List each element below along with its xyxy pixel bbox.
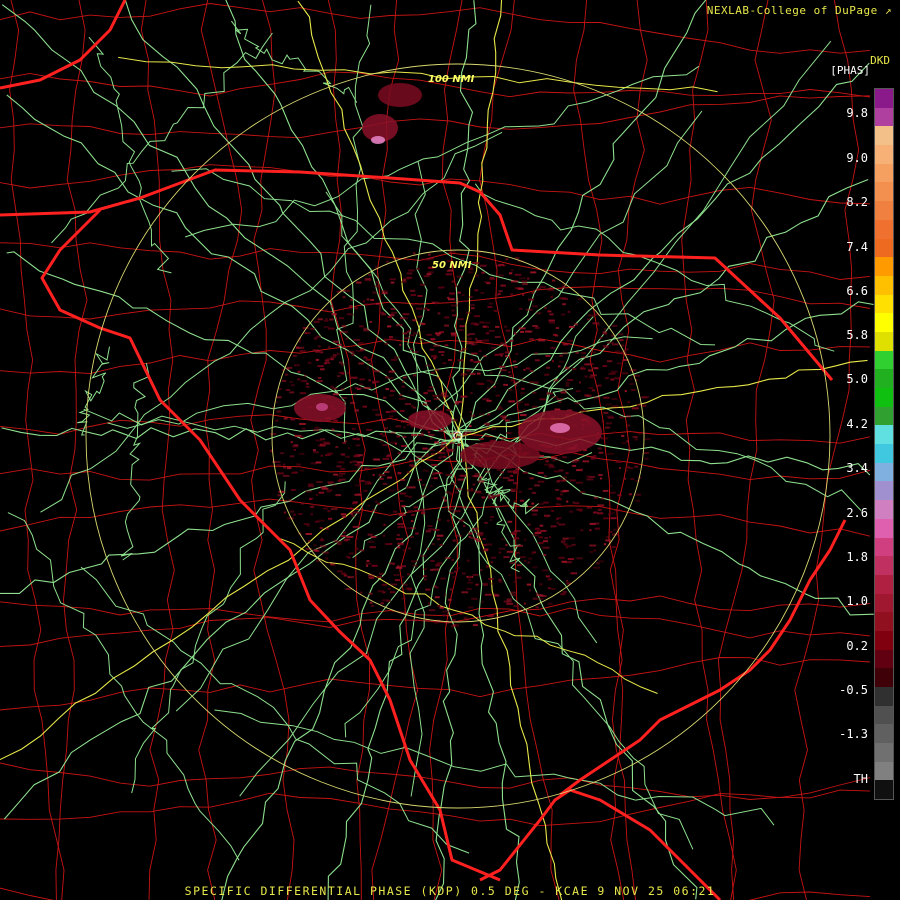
- color-scale-segment: [875, 238, 893, 258]
- site-code: DKD: [870, 54, 890, 67]
- color-scale-segment: [875, 89, 893, 108]
- echo-cell: [408, 410, 452, 430]
- color-scale-segment: [875, 705, 893, 725]
- ring-label-100: 100 NMI: [428, 74, 475, 85]
- color-scale-label: 9.0: [846, 151, 868, 165]
- echo-core: [316, 403, 328, 411]
- color-scale-label: 1.0: [846, 594, 868, 608]
- credit-label: NEXLAB-College of DuPage ↗: [707, 4, 892, 17]
- color-scale-segment: [875, 481, 893, 501]
- color-scale-segment: [875, 388, 893, 407]
- color-scale-label: 1.8: [846, 550, 868, 564]
- color-scale-segment: [875, 556, 893, 575]
- ring-label-50: 50 NMI: [432, 260, 472, 271]
- color-scale-segment: [875, 182, 893, 202]
- color-scale-label: 6.6: [846, 284, 868, 298]
- color-scale-label: 5.8: [846, 328, 868, 342]
- color-scale-label: 8.2: [846, 195, 868, 209]
- color-scale-segment: [875, 630, 893, 650]
- echo-cell: [378, 83, 422, 107]
- color-scale-segment: [875, 201, 893, 220]
- color-scale-label: -1.3: [839, 727, 868, 741]
- color-scale-segment: [875, 350, 893, 370]
- echo-cell: [460, 441, 540, 469]
- echo-core: [550, 423, 570, 433]
- color-scale-segment: [875, 462, 893, 482]
- color-scale-segment: [875, 687, 893, 706]
- color-scale-label: 7.4: [846, 240, 868, 254]
- color-scale-label: 4.2: [846, 417, 868, 431]
- color-scale-segment: [875, 331, 893, 351]
- color-scale-segment: [875, 163, 893, 183]
- logo-icon: ↗: [884, 4, 892, 17]
- color-scale-segment: [875, 574, 893, 594]
- color-scale-segment: [875, 743, 893, 762]
- color-scale: [874, 88, 894, 800]
- color-scale-label: 2.6: [846, 506, 868, 520]
- color-scale-label: 5.0: [846, 372, 868, 386]
- color-scale-segment: [875, 107, 893, 127]
- color-scale-segment: [875, 275, 893, 295]
- color-scale-segment: [875, 219, 893, 239]
- color-scale-label: 9.8: [846, 106, 868, 120]
- radar-map: 100 NMI 50 NMI: [0, 0, 900, 900]
- color-scale-segment: [875, 313, 893, 332]
- color-scale-segment: [875, 649, 893, 669]
- color-scale-segment: [875, 593, 893, 613]
- color-scale-segment: [875, 294, 893, 314]
- color-scale-label: 3.4: [846, 461, 868, 475]
- color-scale-label: 0.2: [846, 639, 868, 653]
- color-scale-segment: [875, 406, 893, 426]
- color-scale-segment: [875, 518, 893, 538]
- color-scale-segment: [875, 145, 893, 164]
- unit-label: [PHAS]: [830, 64, 870, 77]
- echo-core: [371, 136, 385, 144]
- color-scale-label: TH: [853, 772, 868, 786]
- color-scale-label: -0.5: [839, 683, 868, 697]
- color-scale-segment: [875, 761, 893, 781]
- color-scale-segment: [875, 257, 893, 276]
- color-scale-segment: [875, 612, 893, 631]
- color-scale-segment: [875, 724, 893, 744]
- product-footer: SPECIFIC DIFFERENTIAL PHASE (KDP) 0.5 DE…: [184, 884, 716, 898]
- color-scale-segment: [875, 369, 893, 388]
- credit-text: NEXLAB-College of DuPage: [706, 4, 878, 17]
- color-scale-segment: [875, 780, 893, 800]
- color-scale-segment: [875, 537, 893, 557]
- color-scale-segment: [875, 126, 893, 146]
- color-scale-segment: [875, 444, 893, 463]
- color-scale-segment: [875, 500, 893, 519]
- color-scale-segment: [875, 668, 893, 687]
- color-scale-segment: [875, 425, 893, 445]
